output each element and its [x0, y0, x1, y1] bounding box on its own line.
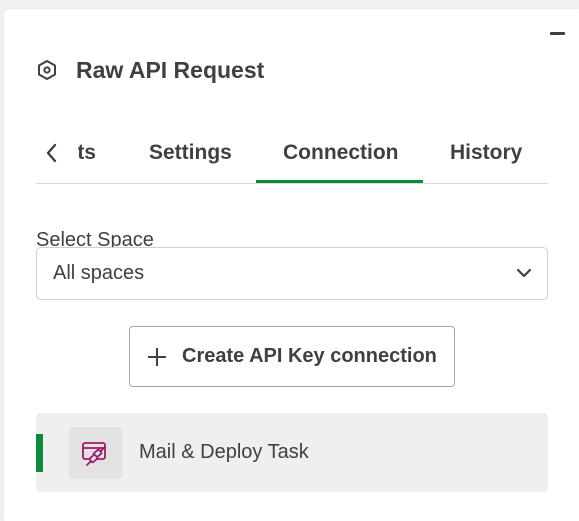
minimize-icon[interactable] — [545, 22, 569, 44]
tab-connection[interactable]: Connection — [283, 141, 399, 165]
selected-indicator — [36, 434, 43, 472]
connection-list-item[interactable]: Mail & Deploy Task — [36, 413, 548, 492]
create-api-key-connection-button[interactable]: Create API Key connection — [129, 326, 455, 387]
chevron-left-icon[interactable] — [40, 139, 64, 167]
panel-title: Raw API Request — [76, 56, 265, 83]
space-select[interactable]: All spaces — [36, 247, 548, 300]
tab-history[interactable]: History — [450, 141, 522, 165]
hexagon-node-icon — [36, 59, 58, 81]
chevron-down-icon — [515, 264, 533, 282]
plug-connection-icon — [69, 427, 122, 479]
connection-label: Mail & Deploy Task — [139, 441, 309, 463]
panel-header: Raw API Request — [36, 54, 264, 86]
create-button-label: Create API Key connection — [182, 345, 437, 367]
tab-clipped[interactable]: ts — [78, 141, 96, 165]
side-panel: Raw API Request ts Settings Connection H… — [4, 9, 579, 521]
active-tab-indicator — [256, 180, 423, 183]
space-select-value: All spaces — [53, 262, 145, 284]
plus-icon — [146, 346, 168, 368]
tab-bar: ts Settings Connection History — [36, 127, 548, 184]
tab-settings[interactable]: Settings — [149, 141, 232, 165]
